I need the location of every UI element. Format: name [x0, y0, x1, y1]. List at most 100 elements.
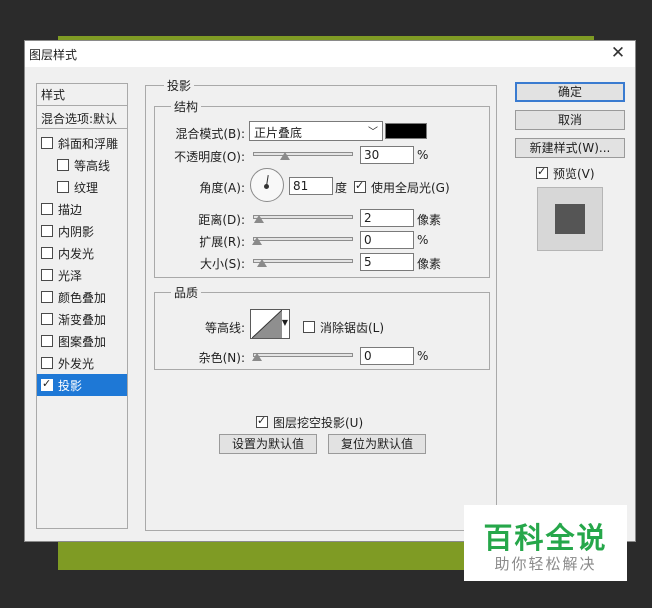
angle-unit: 度: [335, 181, 348, 195]
angle-field[interactable]: 81: [289, 177, 333, 195]
style-item-label: 纹理: [74, 181, 99, 195]
style-item[interactable]: 外发光: [37, 352, 127, 374]
spread-slider[interactable]: [252, 237, 353, 245]
close-icon[interactable]: ✕: [609, 44, 627, 62]
size-slider-thumb[interactable]: [256, 259, 267, 267]
drop-shadow-panel: 投影 结构 混合模式(B): 正片叠底 ﹀ 不透明度(O): 30 % 角度(A…: [145, 77, 497, 531]
distance-slider-thumb[interactable]: [253, 215, 264, 223]
noise-unit: %: [417, 349, 429, 363]
preview-checkbox[interactable]: 预览(V): [536, 165, 595, 182]
chevron-down-icon: ▼: [281, 318, 288, 327]
noise-field[interactable]: 0: [360, 347, 414, 365]
blend-options-item[interactable]: 混合选项:默认: [37, 107, 127, 129]
spread-label: 扩展(R):: [199, 235, 245, 249]
global-light-label: 使用全局光(G): [371, 181, 450, 195]
blend-mode-value: 正片叠底: [254, 126, 303, 140]
style-item-checkbox[interactable]: [41, 313, 53, 325]
size-unit: 像素: [417, 257, 442, 271]
watermark-sub: 助你轻松解决: [494, 555, 597, 573]
structure-title: 结构: [171, 98, 202, 115]
style-item-checkbox[interactable]: [41, 137, 53, 149]
title-bar: 图层样式 ✕: [25, 41, 635, 67]
preview-check[interactable]: [536, 165, 548, 179]
opacity-field[interactable]: 30: [360, 146, 414, 164]
global-light-checkbox[interactable]: 使用全局光(G): [354, 179, 450, 196]
dialog-title: 图层样式: [29, 48, 78, 62]
noise-slider[interactable]: [252, 353, 353, 361]
style-item-label: 渐变叠加: [58, 313, 107, 327]
style-item[interactable]: 内阴影: [37, 220, 127, 242]
ok-button[interactable]: 确定: [515, 82, 625, 102]
angle-label: 角度(A):: [199, 181, 245, 195]
knockout-checkbox[interactable]: 图层挖空投影(U): [256, 414, 363, 431]
size-field[interactable]: 5: [360, 253, 414, 271]
antialias-checkbox[interactable]: 消除锯齿(L): [303, 319, 384, 336]
quality-title: 品质: [171, 284, 202, 301]
reset-default-button[interactable]: 复位为默认值: [328, 434, 426, 454]
style-item[interactable]: 内发光: [37, 242, 127, 264]
style-item[interactable]: 描边: [37, 198, 127, 220]
style-item-checkbox[interactable]: [41, 269, 53, 281]
distance-unit: 像素: [417, 213, 442, 227]
style-item-label: 描边: [58, 203, 83, 217]
angle-dial[interactable]: [250, 168, 284, 202]
global-light-check[interactable]: [354, 179, 366, 193]
style-item-label: 图案叠加: [58, 335, 107, 349]
style-list-header[interactable]: 样式: [37, 84, 127, 106]
noise-label: 杂色(N):: [198, 351, 245, 365]
style-item-label: 斜面和浮雕: [58, 137, 119, 151]
contour-curve-icon: [252, 310, 282, 338]
opacity-slider[interactable]: [253, 152, 353, 160]
style-item-checkbox[interactable]: [41, 291, 53, 303]
distance-slider[interactable]: [253, 215, 353, 223]
layer-style-dialog: 图层样式 ✕ 样式 混合选项:默认 斜面和浮雕等高线纹理描边内阴影内发光光泽颜色…: [24, 40, 636, 542]
style-item-checkbox[interactable]: [41, 203, 53, 215]
quality-group: 品质 等高线: ▼ 消除锯齿(L) 杂色(N): 0 %: [154, 284, 490, 370]
size-label: 大小(S):: [199, 257, 245, 271]
style-item-checkbox[interactable]: [57, 181, 69, 193]
new-style-button[interactable]: 新建样式(W)...: [515, 138, 625, 158]
style-item[interactable]: 渐变叠加: [37, 308, 127, 330]
size-slider[interactable]: [253, 259, 353, 267]
make-default-button[interactable]: 设置为默认值: [219, 434, 317, 454]
style-item-checkbox[interactable]: [41, 247, 53, 259]
style-item-label: 等高线: [74, 159, 111, 173]
contour-picker[interactable]: ▼: [250, 309, 290, 339]
blend-mode-select[interactable]: 正片叠底 ﹀: [249, 121, 383, 141]
knockout-check[interactable]: [256, 414, 268, 428]
angle-dial-center: [264, 184, 269, 189]
style-item[interactable]: 纹理: [37, 176, 127, 198]
structure-group: 结构 混合模式(B): 正片叠底 ﹀ 不透明度(O): 30 % 角度(A): …: [154, 98, 490, 278]
style-item-checkbox[interactable]: [41, 357, 53, 369]
style-item-label: 外发光: [58, 357, 95, 371]
style-list: 样式 混合选项:默认 斜面和浮雕等高线纹理描边内阴影内发光光泽颜色叠加渐变叠加图…: [36, 83, 128, 529]
style-item-label: 内阴影: [58, 225, 95, 239]
noise-slider-thumb[interactable]: [252, 353, 262, 361]
style-item-checkbox[interactable]: [41, 225, 53, 237]
antialias-check[interactable]: [303, 321, 315, 333]
style-item[interactable]: 等高线: [37, 154, 127, 176]
panel-title: 投影: [164, 77, 195, 94]
style-item[interactable]: 光泽: [37, 264, 127, 286]
distance-field[interactable]: 2: [360, 209, 414, 227]
spread-field[interactable]: 0: [360, 231, 414, 249]
style-item-checkbox[interactable]: [41, 377, 53, 391]
opacity-slider-thumb[interactable]: [279, 152, 290, 160]
preview-label: 预览(V): [553, 167, 595, 181]
style-item[interactable]: 斜面和浮雕: [37, 132, 127, 154]
watermark: 百科全说 助你轻松解决: [464, 505, 627, 581]
spread-slider-thumb[interactable]: [252, 237, 262, 245]
style-item-checkbox[interactable]: [41, 335, 53, 347]
antialias-label: 消除锯齿(L): [320, 321, 385, 335]
cancel-button[interactable]: 取消: [515, 110, 625, 130]
style-item[interactable]: 图案叠加: [37, 330, 127, 352]
opacity-unit: %: [417, 148, 429, 162]
style-item-label: 投影: [58, 379, 83, 393]
style-item[interactable]: 投影: [37, 374, 127, 396]
spread-unit: %: [417, 233, 429, 247]
preview-square: [555, 204, 585, 234]
style-item[interactable]: 颜色叠加: [37, 286, 127, 308]
style-item-label: 光泽: [58, 269, 83, 283]
shadow-color-swatch[interactable]: [385, 123, 427, 139]
style-item-checkbox[interactable]: [57, 159, 69, 171]
